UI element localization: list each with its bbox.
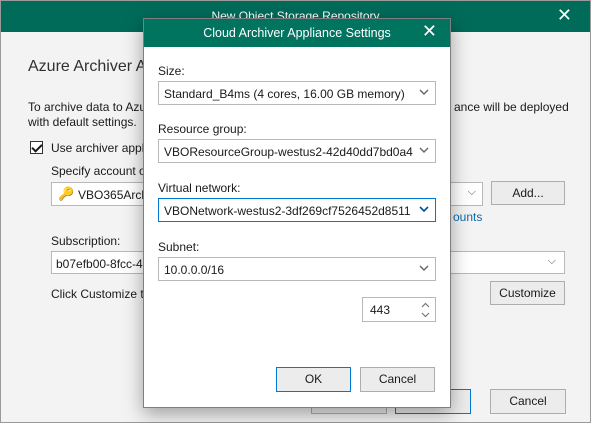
add-account-button[interactable]: Add... bbox=[491, 181, 565, 205]
ok-button[interactable]: OK bbox=[276, 367, 351, 392]
chevron-down-icon[interactable]: ⌵ bbox=[548, 255, 556, 268]
size-value: Standard_B4ms (4 cores, 16.00 GB memory) bbox=[164, 87, 405, 101]
use-archiver-checkbox-label: Use archiver appli bbox=[51, 141, 148, 155]
subnet-label: Subnet: bbox=[158, 240, 200, 254]
subnet-value: 10.0.0.0/16 bbox=[164, 263, 225, 277]
use-archiver-checkbox[interactable] bbox=[30, 141, 43, 154]
subscription-value: b07efb00-8fcc-4 bbox=[56, 257, 143, 271]
resource-group-label: Resource group: bbox=[158, 122, 247, 136]
key-icon: 🔑 bbox=[58, 186, 75, 201]
virtual-network-label: Virtual network: bbox=[158, 181, 241, 195]
window-cancel-button[interactable]: Cancel bbox=[490, 389, 566, 414]
chevron-down-icon[interactable] bbox=[418, 262, 430, 274]
subnet-combobox[interactable]: 10.0.0.0/16 bbox=[158, 257, 436, 281]
resource-group-combobox[interactable]: VBOResourceGroup-westus2-42d40dd7bd0a4 bbox=[158, 139, 436, 163]
customize-hint: Click Customize t bbox=[51, 287, 144, 301]
chevron-down-icon[interactable] bbox=[418, 86, 430, 98]
subscription-label: Subscription: bbox=[51, 234, 121, 248]
chevron-down-icon[interactable]: ⌵ bbox=[468, 186, 476, 199]
cancel-button[interactable]: Cancel bbox=[360, 367, 435, 392]
dialog-titlebar: Cloud Archiver Appliance Settings ✕ bbox=[144, 19, 450, 47]
chevron-down-icon[interactable] bbox=[418, 203, 430, 215]
specify-account-label: Specify account o bbox=[51, 164, 146, 178]
manage-accounts-link[interactable]: ounts bbox=[453, 210, 482, 224]
port-value[interactable]: 443 bbox=[370, 303, 390, 317]
dialog-title: Cloud Archiver Appliance Settings bbox=[203, 26, 391, 40]
description-text: To archive data to Azu with default sett… bbox=[28, 100, 147, 129]
virtual-network-combobox[interactable]: VBONetwork-westus2-3df269cf7526452d8511 bbox=[158, 198, 436, 222]
virtual-network-value: VBONetwork-westus2-3df269cf7526452d8511 bbox=[164, 204, 411, 218]
window-close-icon[interactable]: ✕ bbox=[557, 5, 572, 26]
description-text-right: ance will be deployed bbox=[454, 100, 569, 114]
resource-group-value: VBOResourceGroup-westus2-42d40dd7bd0a4 bbox=[164, 145, 413, 159]
customize-button[interactable]: Customize bbox=[490, 281, 565, 305]
close-icon[interactable]: ✕ bbox=[422, 21, 437, 42]
chevron-up-icon[interactable] bbox=[419, 300, 432, 310]
chevron-down-icon[interactable] bbox=[418, 144, 430, 156]
page-heading: Azure Archiver A bbox=[28, 58, 147, 75]
port-stepper[interactable]: 443 bbox=[362, 297, 436, 322]
chevron-down-icon[interactable] bbox=[419, 310, 432, 320]
cloud-archiver-appliance-settings-dialog: Cloud Archiver Appliance Settings ✕ Size… bbox=[143, 18, 451, 408]
size-label: Size: bbox=[158, 64, 185, 78]
account-value: VBO365Arch bbox=[78, 188, 149, 202]
size-combobox[interactable]: Standard_B4ms (4 cores, 16.00 GB memory) bbox=[158, 81, 436, 105]
